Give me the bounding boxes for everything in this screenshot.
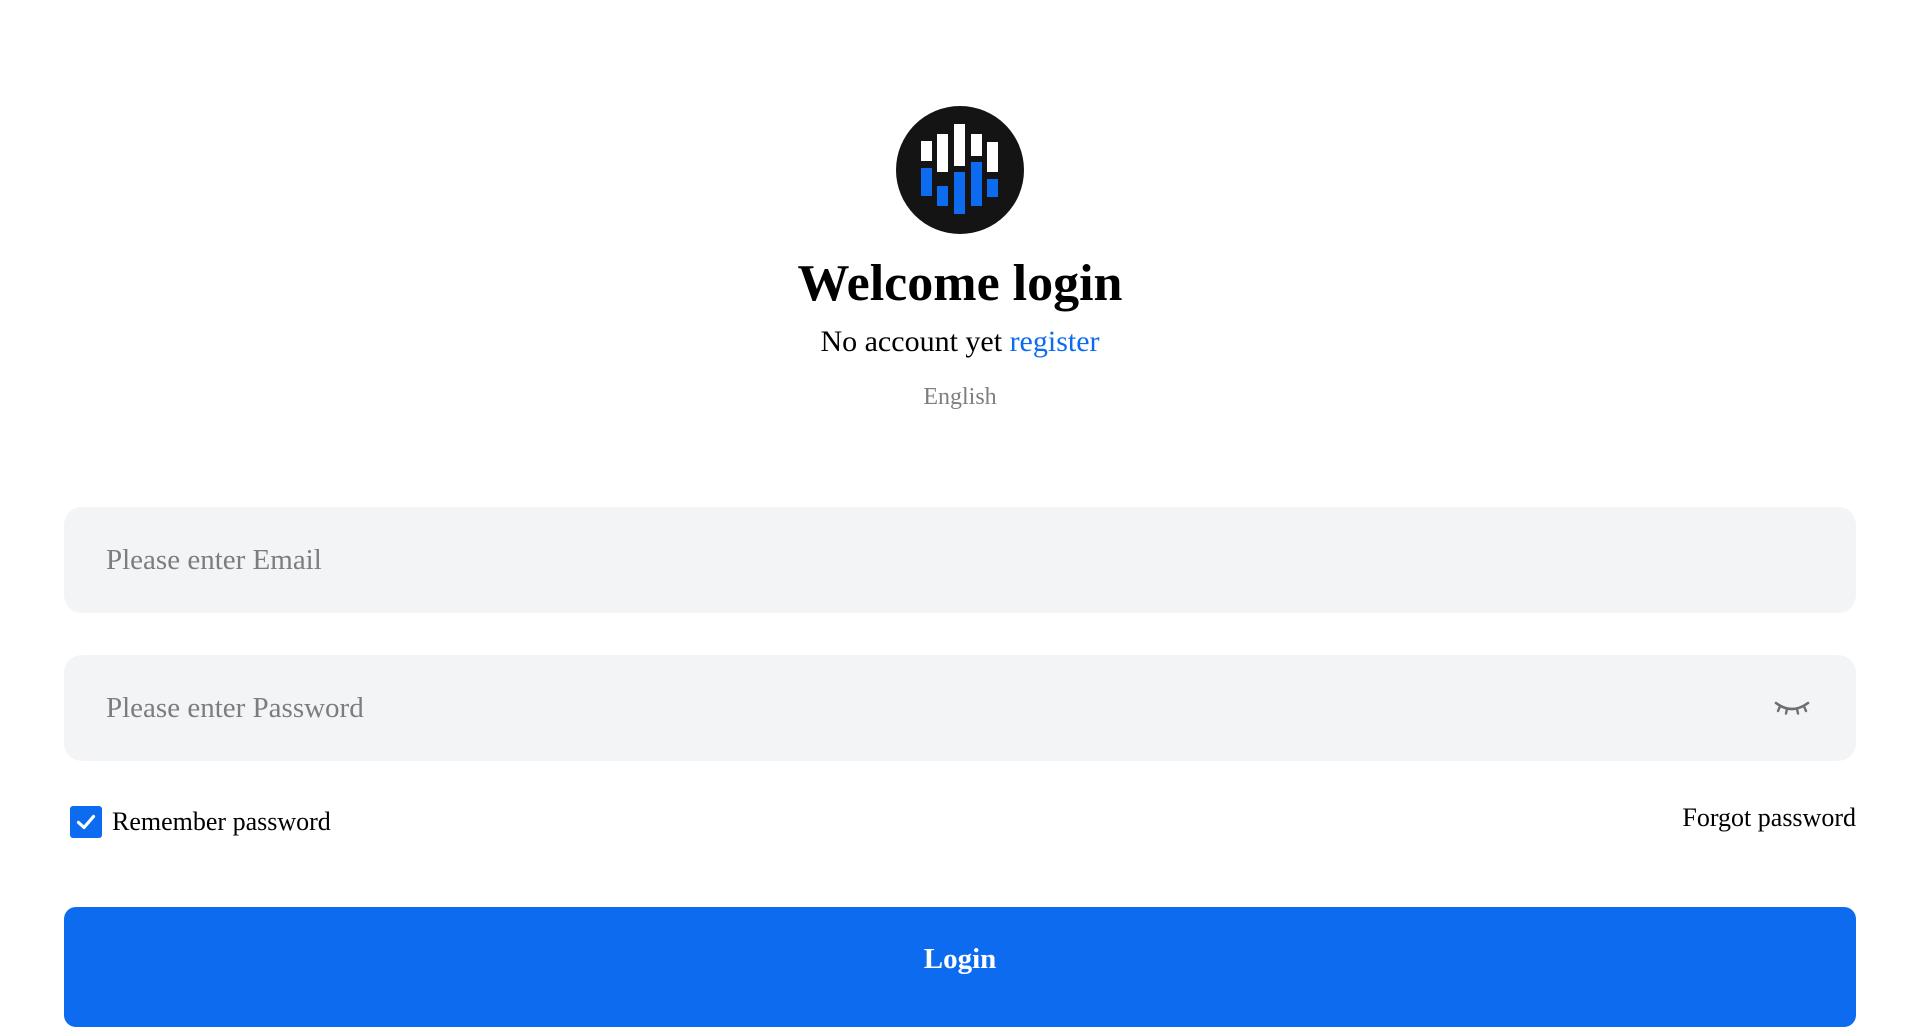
login-button[interactable]: Login <box>64 907 1856 1027</box>
no-account-text: No account yet <box>820 325 1010 358</box>
email-field <box>64 507 1856 613</box>
register-link[interactable]: register <box>1010 325 1100 358</box>
page-title: Welcome login <box>797 255 1123 312</box>
eye-closed-icon[interactable] <box>1772 693 1812 723</box>
language-selector: English <box>0 382 1920 412</box>
brand-logo-icon <box>896 106 1024 234</box>
forgot-password-link[interactable]: Forgot password <box>1682 800 1856 836</box>
remember-password-option[interactable]: Remember password <box>70 804 331 840</box>
language-selector-label[interactable]: English <box>923 384 996 410</box>
check-icon <box>76 814 96 830</box>
email-input[interactable] <box>106 507 1746 613</box>
remember-password-label: Remember password <box>112 807 331 836</box>
password-field <box>64 655 1856 761</box>
remember-password-checkbox[interactable] <box>70 806 102 838</box>
login-button-label: Login <box>923 943 997 975</box>
register-link-label: register <box>1009 325 1100 358</box>
register-prompt: No account yet register <box>0 324 1920 360</box>
password-input[interactable] <box>106 655 1746 761</box>
